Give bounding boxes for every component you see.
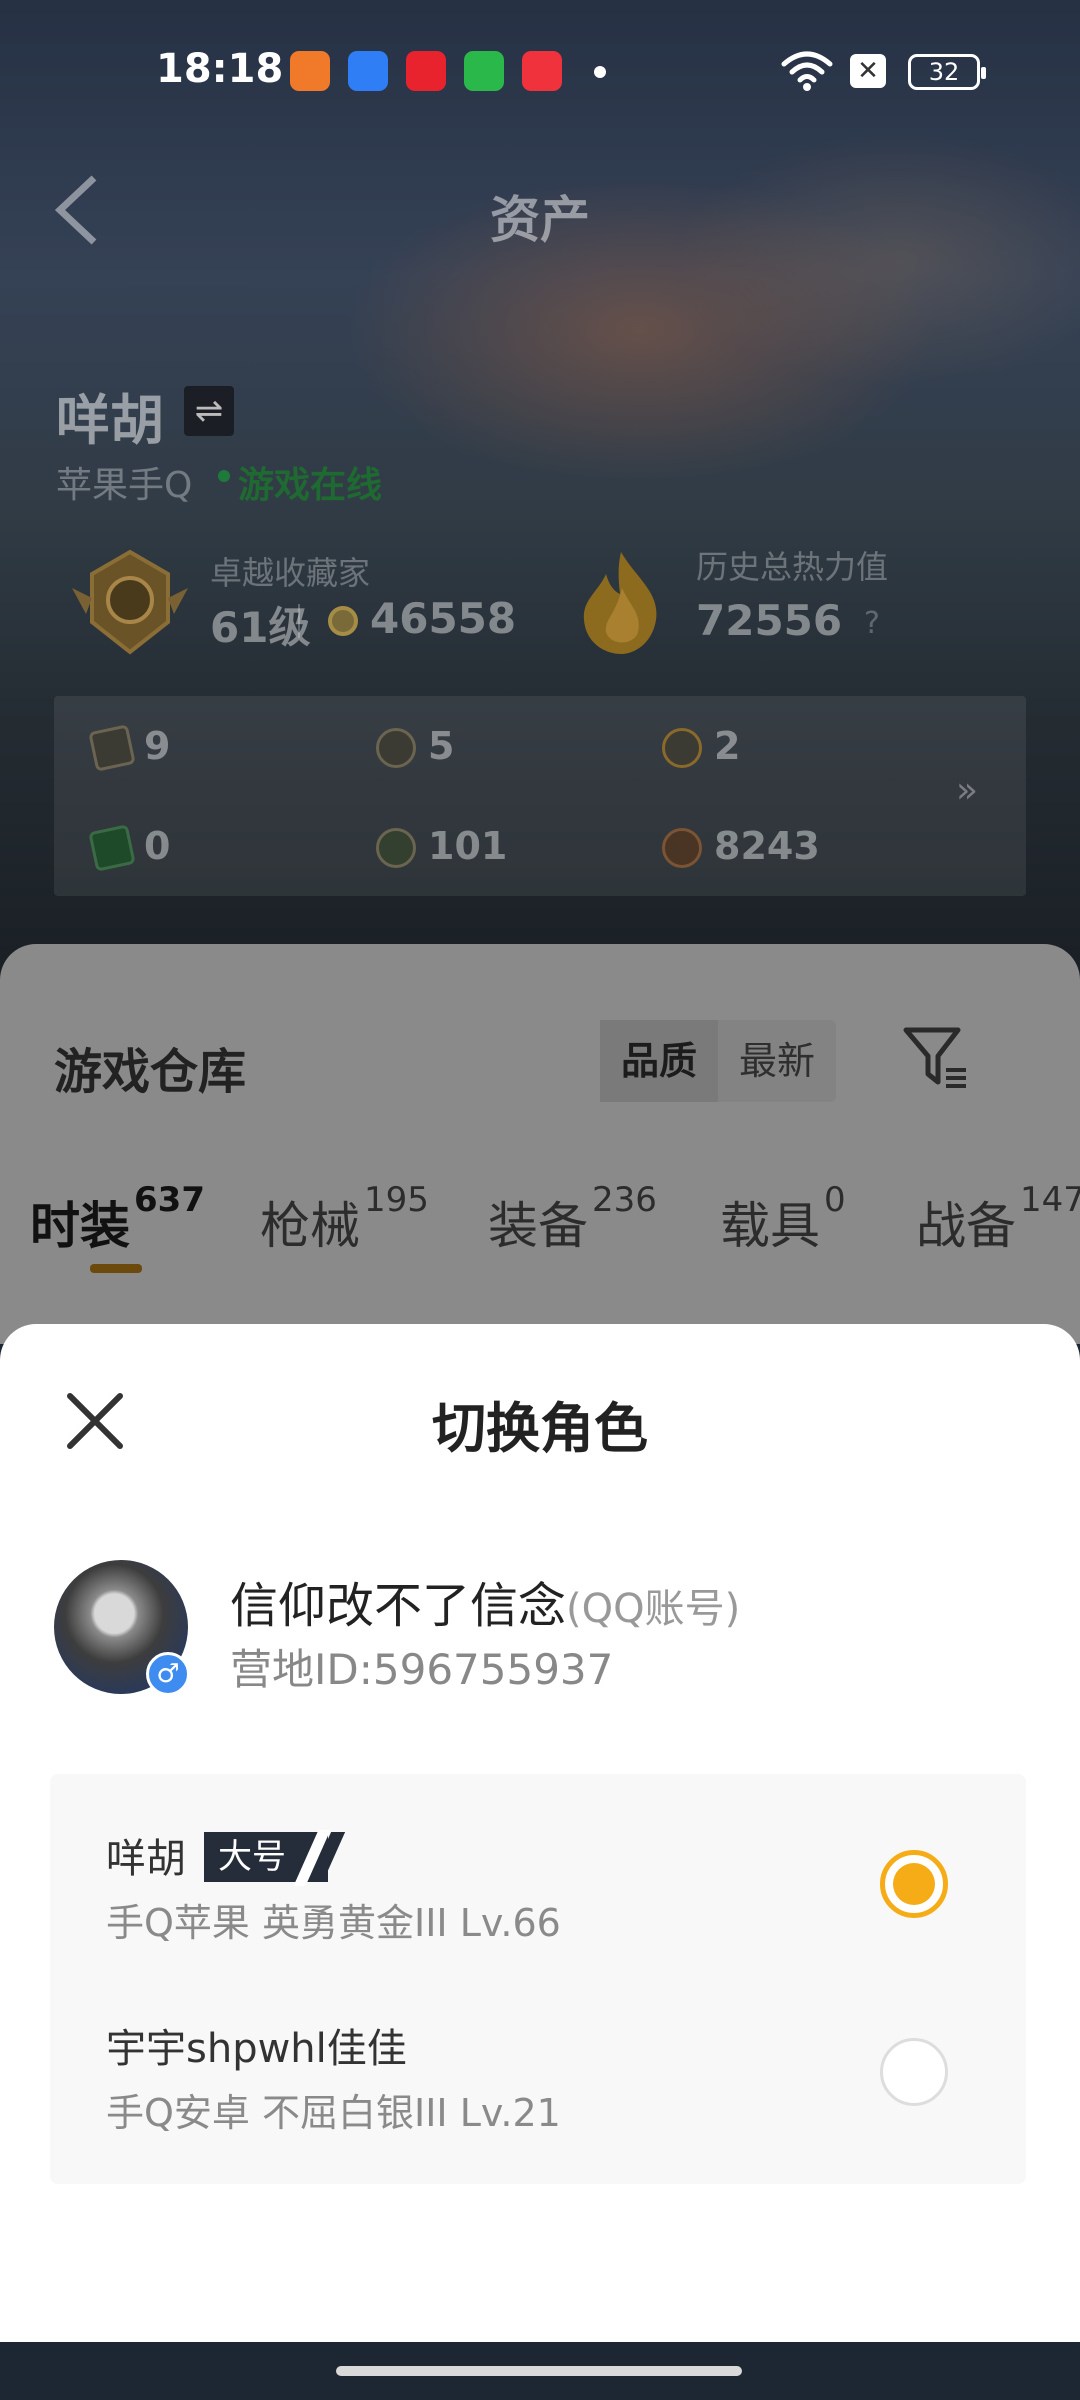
sort-quality-button[interactable]: 品质 xyxy=(600,1020,718,1102)
camp-id: 营地ID:596755937 xyxy=(230,1645,614,1694)
tab-count: 637 xyxy=(134,1180,205,1220)
collector-title: 卓越收藏家 xyxy=(210,554,371,592)
heat-title: 历史总热力值 xyxy=(696,548,889,586)
stat-value: 0 xyxy=(144,824,171,868)
tab-vehicles[interactable]: 载具 0 xyxy=(720,1180,846,1258)
tab-weapons[interactable]: 枪械 195 xyxy=(260,1180,429,1258)
tab-label: 装备 xyxy=(488,1197,588,1255)
tab-equipment[interactable]: 装备 236 xyxy=(488,1180,657,1258)
main-account-tag: 大号 xyxy=(204,1830,346,1886)
role-name: 宇宇shpwhl佳佳 xyxy=(106,2026,407,2072)
tab-supplies[interactable]: 战备 147 xyxy=(916,1180,1080,1258)
battery-level: 32 xyxy=(928,58,960,86)
heat-value: 72556 xyxy=(696,596,843,645)
tab-label: 战备 xyxy=(916,1197,1016,1255)
tab-count: 195 xyxy=(364,1180,429,1220)
asset-stats-panel[interactable] xyxy=(54,696,1026,896)
helmet-icon xyxy=(376,828,416,868)
stat-value: 101 xyxy=(428,824,508,868)
stat-value: 5 xyxy=(428,724,455,768)
tab-count: 147 xyxy=(1020,1180,1080,1220)
bronze-medal-icon xyxy=(662,828,702,868)
stat-value: 9 xyxy=(144,724,171,768)
filter-icon[interactable] xyxy=(900,1022,972,1094)
divider xyxy=(298,604,300,638)
role-name: 咩胡 xyxy=(106,1836,186,1882)
role-info: 手Q安卓 不屈白银III Lv.21 xyxy=(106,2091,561,2135)
tab-count: 0 xyxy=(824,1180,846,1220)
role-info: 手Q苹果 英勇黄金III Lv.66 xyxy=(106,1901,561,1945)
sheet-title: 切换角色 xyxy=(432,1397,648,1460)
flame-icon xyxy=(583,552,657,654)
male-gender-icon: ♂ xyxy=(146,1652,190,1696)
warehouse-panel xyxy=(0,944,1080,1344)
online-status-dot xyxy=(218,470,230,482)
green-battery-app-icon xyxy=(464,51,504,91)
collector-level: 61级 xyxy=(210,603,311,652)
player-platform: 苹果手Q xyxy=(56,465,193,506)
stat-value: 8243 xyxy=(714,824,820,868)
account-name: 信仰改不了信念 xyxy=(230,1578,567,1634)
red-news-app-icon xyxy=(406,51,446,91)
card-icon xyxy=(88,724,136,772)
radio-selected[interactable] xyxy=(880,1850,948,1918)
warehouse-title: 游戏仓库 xyxy=(54,1044,247,1100)
tab-fashion[interactable]: 时装 637 xyxy=(30,1180,205,1258)
tab-label: 载具 xyxy=(720,1197,820,1255)
status-time: 18:18 xyxy=(156,46,284,92)
active-tab-indicator xyxy=(90,1264,142,1273)
help-icon[interactable]: ? xyxy=(864,606,880,641)
double-chevron-right-icon[interactable]: » xyxy=(956,770,978,811)
radio-unselected[interactable] xyxy=(880,2038,948,2106)
tab-label: 枪械 xyxy=(260,1197,360,1255)
home-indicator[interactable] xyxy=(336,2366,742,2376)
wifi-icon xyxy=(781,51,833,91)
collector-points: 46558 xyxy=(370,594,517,643)
battery-icon: 32 xyxy=(908,54,986,90)
blue-shield-app-icon xyxy=(348,51,388,91)
online-status: 游戏在线 xyxy=(238,465,383,506)
no-sim-icon: ✕ xyxy=(850,54,886,88)
status-bar: 18:18 ✕ 32 xyxy=(0,0,1080,140)
sort-latest-button[interactable]: 最新 xyxy=(718,1020,836,1102)
role-name-line: 宇宇shpwhl佳佳 xyxy=(106,2016,407,2074)
tab-label: 时装 xyxy=(30,1197,130,1255)
collector-badge-icon xyxy=(72,549,188,655)
green-card-icon xyxy=(88,824,136,872)
red-music-app-icon xyxy=(522,51,562,91)
account-type: (QQ账号) xyxy=(566,1586,741,1632)
role-tag-label: 大号 xyxy=(218,1837,286,1877)
switch-role-icon[interactable]: ⇌ xyxy=(184,386,234,436)
role-name-line: 咩胡 大号 xyxy=(106,1826,346,1886)
badge-s-icon xyxy=(376,728,416,768)
sort-toggle: 品质 最新 xyxy=(600,1020,836,1102)
notification-dot-icon xyxy=(594,66,606,78)
player-name: 咩胡 xyxy=(56,389,164,452)
orange-app-icon xyxy=(290,51,330,91)
tab-count: 236 xyxy=(592,1180,657,1220)
stat-value: 2 xyxy=(714,724,741,768)
badge-a-icon xyxy=(662,728,702,768)
account-name-line: 信仰改不了信念(QQ账号) xyxy=(230,1566,740,1636)
page-title: 资产 xyxy=(490,191,590,249)
coin-icon xyxy=(328,606,358,636)
